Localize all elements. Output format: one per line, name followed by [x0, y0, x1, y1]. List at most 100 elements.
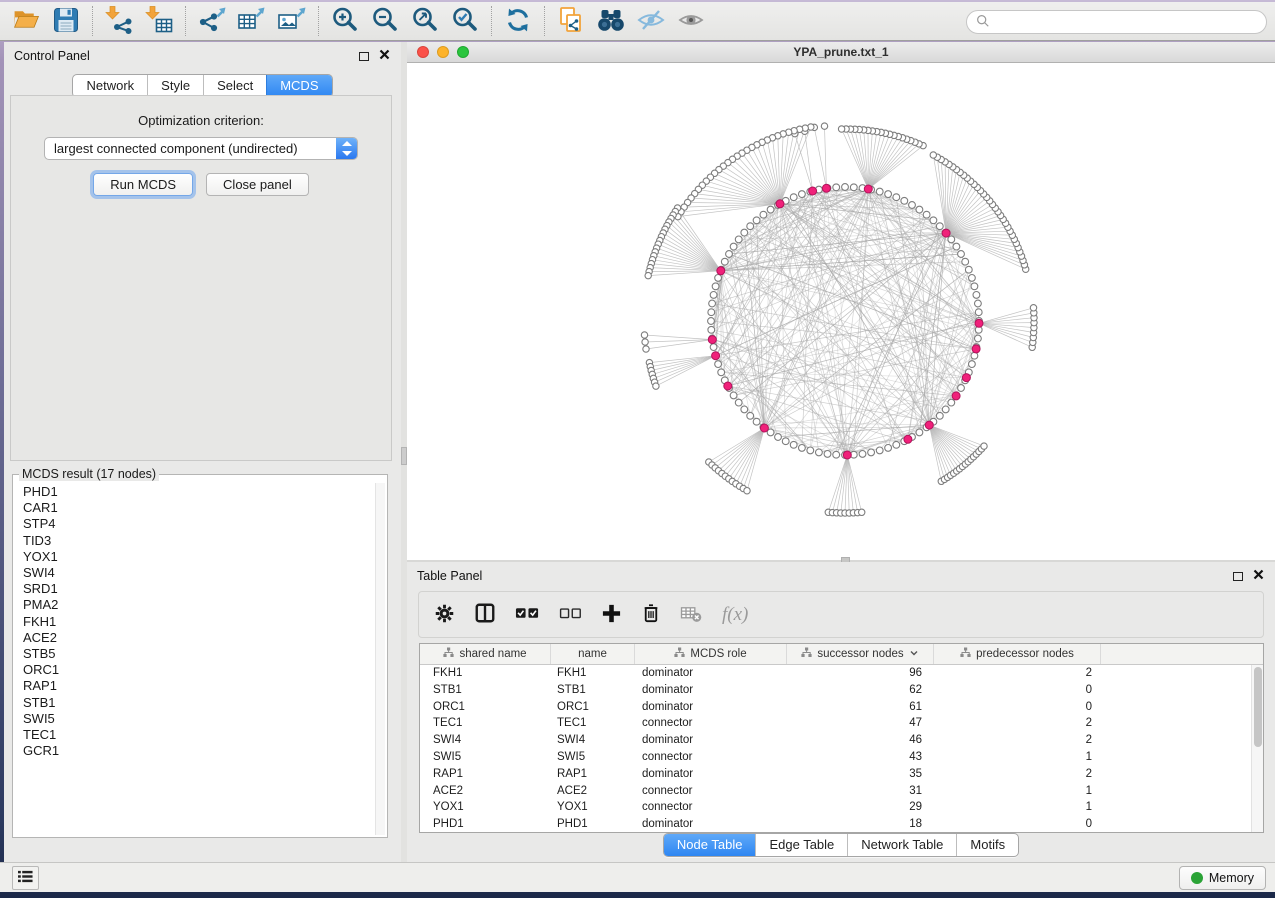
delete-table-button[interactable]: [680, 604, 703, 626]
table-scrollbar-thumb[interactable]: [1254, 667, 1262, 747]
save-session-button[interactable]: [46, 4, 86, 38]
table-tab-edge-table[interactable]: Edge Table: [755, 834, 847, 856]
mcds-result-item[interactable]: PHD1: [16, 484, 374, 500]
select-all-button[interactable]: [515, 605, 540, 624]
result-list-scrollbar[interactable]: [375, 483, 385, 835]
minimize-window-icon[interactable]: [437, 46, 449, 58]
tab-style[interactable]: Style: [147, 75, 203, 97]
network-window: YPA_prune.txt_1: [407, 42, 1275, 560]
add-column-button[interactable]: [601, 603, 622, 627]
table-tabs: Node TableEdge TableNetwork TableMotifs: [407, 833, 1275, 857]
table-row[interactable]: STB1STB1dominator620: [420, 682, 1251, 699]
column-pane-button[interactable]: [474, 602, 496, 627]
network-canvas[interactable]: [407, 63, 1275, 560]
deselect-all-button[interactable]: [559, 606, 582, 624]
cell-pred: 2: [934, 732, 1101, 749]
cell-pred: 2: [934, 766, 1101, 783]
table-row[interactable]: SWI5SWI5connector431: [420, 749, 1251, 766]
mcds-result-item[interactable]: ACE2: [16, 630, 374, 646]
import-network-button[interactable]: [99, 4, 139, 38]
close-window-icon[interactable]: [417, 46, 429, 58]
mcds-result-item[interactable]: PMA2: [16, 597, 374, 613]
refresh-button[interactable]: [498, 4, 538, 38]
show-all-button[interactable]: [671, 4, 711, 38]
hide-selected-icon: [637, 8, 665, 35]
export-table-button[interactable]: [232, 4, 272, 38]
find-button[interactable]: [591, 4, 631, 38]
mcds-result-item[interactable]: STB1: [16, 695, 374, 711]
table-scrollbar[interactable]: [1251, 665, 1263, 832]
column-header-shared-name[interactable]: shared name: [420, 644, 551, 664]
table-row[interactable]: FKH1FKH1dominator962: [420, 665, 1251, 682]
mcds-result-item[interactable]: ORC1: [16, 662, 374, 678]
mcds-result-item[interactable]: FKH1: [16, 614, 374, 630]
sort-desc-icon: [909, 648, 919, 660]
search-icon: [976, 14, 990, 31]
import-table-button[interactable]: [139, 4, 179, 38]
maximize-window-icon[interactable]: [457, 46, 469, 58]
cell-name: PHD1: [551, 816, 635, 833]
mcds-result-item[interactable]: CAR1: [16, 500, 374, 516]
zoom-out-button[interactable]: [365, 4, 405, 38]
zoom-fit-icon: [411, 6, 439, 37]
mcds-result-item[interactable]: SWI5: [16, 711, 374, 727]
table-row[interactable]: ACE2ACE2connector311: [420, 783, 1251, 800]
table-row[interactable]: RAP1RAP1dominator352: [420, 766, 1251, 783]
zoom-selected-button[interactable]: [445, 4, 485, 38]
cell-shared: PHD1: [420, 816, 551, 833]
cell-succ: 43: [787, 749, 934, 766]
tab-select[interactable]: Select: [203, 75, 266, 97]
mcds-result-item[interactable]: RAP1: [16, 678, 374, 694]
mcds-result-item[interactable]: SRD1: [16, 581, 374, 597]
mcds-result-item[interactable]: SWI4: [16, 565, 374, 581]
export-network-button[interactable]: [192, 4, 232, 38]
cytoscape-window: Control Panel NetworkStyleSelectMCDS Opt…: [0, 0, 1275, 898]
export-image-button[interactable]: [272, 4, 312, 38]
table-tab-motifs[interactable]: Motifs: [956, 834, 1018, 856]
tab-network[interactable]: Network: [73, 75, 147, 97]
duplicate-network-button[interactable]: [551, 4, 591, 38]
cell-name: TEC1: [551, 715, 635, 732]
run-mcds-button[interactable]: Run MCDS: [93, 173, 193, 196]
open-session-button[interactable]: [6, 4, 46, 38]
task-history-button[interactable]: [12, 866, 39, 890]
shared-column-icon: [443, 647, 454, 661]
mcds-result-item[interactable]: YOX1: [16, 549, 374, 565]
table-tab-node-table[interactable]: Node Table: [664, 834, 756, 856]
column-header-predecessor-nodes[interactable]: predecessor nodes: [934, 644, 1101, 664]
column-header-MCDS-role[interactable]: MCDS role: [635, 644, 787, 664]
zoom-in-button[interactable]: [325, 4, 365, 38]
mcds-result-item[interactable]: GCR1: [16, 743, 374, 759]
mcds-result-item[interactable]: STB5: [16, 646, 374, 662]
column-header-name[interactable]: name: [551, 644, 635, 664]
settings-button[interactable]: [434, 603, 455, 627]
cell-role: connector: [635, 783, 787, 800]
table-tab-network-table[interactable]: Network Table: [847, 834, 956, 856]
cell-shared: YOX1: [420, 799, 551, 816]
delete-column-button[interactable]: [641, 602, 661, 627]
table-row[interactable]: YOX1YOX1connector291: [420, 799, 1251, 816]
memory-button[interactable]: Memory: [1179, 866, 1266, 890]
zoom-fit-button[interactable]: [405, 4, 445, 38]
float-table-panel-icon[interactable]: [1233, 572, 1243, 581]
tab-mcds[interactable]: MCDS: [266, 75, 331, 97]
table-row[interactable]: SWI4SWI4dominator462: [420, 732, 1251, 749]
mcds-result-item[interactable]: TEC1: [16, 727, 374, 743]
criterion-select[interactable]: largest connected component (undirected): [44, 137, 358, 160]
table-row[interactable]: ORC1ORC1dominator610: [420, 699, 1251, 716]
close-panel-button[interactable]: Close panel: [206, 173, 309, 196]
float-panel-icon[interactable]: [359, 52, 369, 61]
mcds-result-item[interactable]: STP4: [16, 516, 374, 532]
column-header-successor-nodes[interactable]: successor nodes: [787, 644, 934, 664]
cell-name: ORC1: [551, 699, 635, 716]
cell-succ: 35: [787, 766, 934, 783]
search-input[interactable]: [995, 12, 1256, 32]
hide-selected-button[interactable]: [631, 4, 671, 38]
table-row[interactable]: TEC1TEC1connector472: [420, 715, 1251, 732]
network-graph[interactable]: [407, 63, 1275, 560]
function-builder-button[interactable]: f(x): [722, 604, 748, 626]
mcds-result-item[interactable]: TID3: [16, 533, 374, 549]
close-panel-icon[interactable]: [379, 49, 390, 63]
table-row[interactable]: PHD1PHD1dominator180: [420, 816, 1251, 833]
close-table-panel-icon[interactable]: [1253, 569, 1264, 583]
